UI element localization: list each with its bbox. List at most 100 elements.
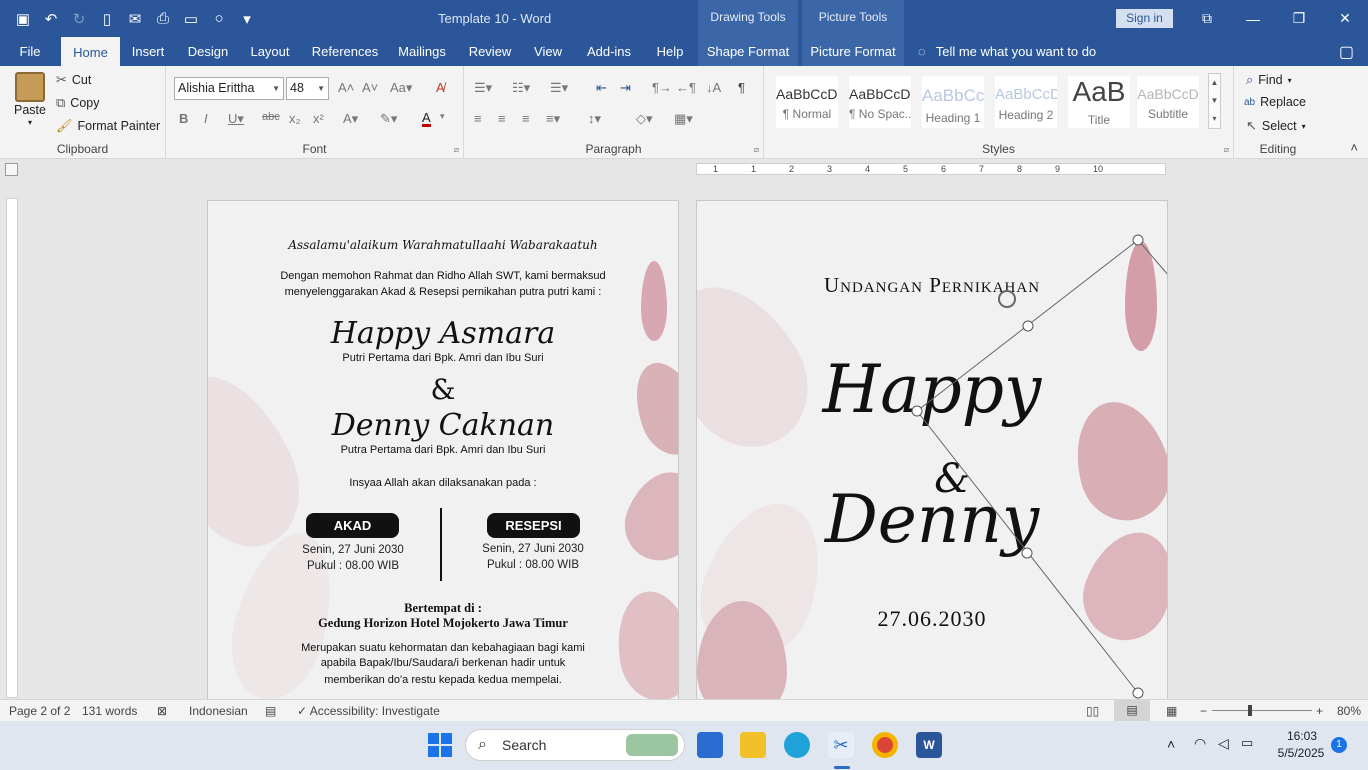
collapse-ribbon-icon[interactable]: ˄ [1350, 140, 1358, 155]
show-paragraph-marks-icon[interactable]: ¶ [738, 80, 745, 95]
volume-icon[interactable]: ◁ [1218, 735, 1229, 752]
underline-icon[interactable]: U▾ [228, 111, 244, 127]
tab-view[interactable]: View [528, 37, 568, 66]
tab-addins[interactable]: Add-ins [580, 37, 638, 66]
close-icon[interactable]: ✕ [1322, 0, 1368, 37]
vertical-ruler[interactable] [6, 198, 18, 698]
minimize-icon[interactable]: — [1230, 0, 1276, 37]
notification-badge[interactable]: 1 [1331, 737, 1347, 753]
wifi-icon[interactable]: ◠ [1194, 735, 1206, 752]
highlight-icon[interactable]: ✎▾ [380, 111, 397, 127]
bold-icon[interactable]: B [179, 111, 188, 126]
multilevel-list-icon[interactable]: ☰▾ [550, 80, 568, 96]
customize-qat-icon[interactable]: ▾ [236, 8, 258, 30]
email-icon[interactable]: ✉ [124, 8, 146, 30]
resize-handle[interactable] [911, 405, 923, 417]
ribbon-display-icon[interactable]: ⧉ [1184, 0, 1230, 37]
show-hidden-icons-icon[interactable]: ˄ [1167, 736, 1175, 752]
zoom-out-icon[interactable]: − [1200, 704, 1207, 718]
replace-button[interactable]: ab Replace [1244, 95, 1306, 109]
snipping-tool-icon[interactable]: ✂ [828, 732, 854, 758]
sort-icon[interactable]: ↓A [706, 80, 721, 95]
shrink-font-icon[interactable]: A˅ [362, 80, 378, 95]
tab-references[interactable]: References [309, 37, 381, 66]
proofing-icon[interactable]: ⊠ [157, 704, 167, 718]
microsoft-store-icon[interactable] [697, 732, 723, 758]
cut-button[interactable]: ✂ Cut [56, 72, 91, 88]
tab-shape-format[interactable]: Shape Format [698, 37, 798, 66]
clear-formatting-icon[interactable]: A̸ [436, 80, 445, 95]
format-painter-button[interactable]: 🖌 Format Painter [56, 118, 160, 134]
select-button[interactable]: ↖ Select ▾ [1246, 118, 1306, 134]
italic-icon[interactable]: I [204, 111, 208, 126]
rtl-icon[interactable]: ←¶ [676, 80, 696, 95]
zoom-in-icon[interactable]: + [1316, 704, 1323, 718]
increase-indent-icon[interactable]: ⇥ [620, 80, 631, 96]
style-title[interactable]: AaB Title [1068, 76, 1130, 128]
superscript-icon[interactable]: x² [313, 111, 324, 126]
font-name-select[interactable]: Alishia Erittha ▼ [174, 77, 284, 100]
resize-handle[interactable] [1132, 687, 1144, 699]
sign-in-button[interactable]: Sign in [1116, 9, 1173, 28]
resize-handle[interactable] [1021, 547, 1033, 559]
maximize-icon[interactable]: ❐ [1276, 0, 1322, 37]
tab-review[interactable]: Review [464, 37, 516, 66]
style-heading-1[interactable]: AaBbCc Heading 1 [922, 76, 984, 128]
read-mode-icon[interactable]: ▯▯ [1086, 704, 1099, 718]
clock-time[interactable]: 16:03 [1275, 729, 1329, 743]
zoom-slider[interactable] [1212, 710, 1312, 711]
text-predictions-icon[interactable]: ▤ [265, 704, 276, 718]
word-count[interactable]: 131 words [82, 704, 137, 718]
align-left-icon[interactable]: ≡ [474, 111, 482, 126]
tab-design[interactable]: Design [183, 37, 233, 66]
justify-icon[interactable]: ≡▾ [546, 111, 560, 127]
comments-icon[interactable]: ▢ [1339, 42, 1354, 62]
ltr-icon[interactable]: ¶→ [652, 80, 672, 95]
find-button[interactable]: ⌕ Find ▾ [1246, 72, 1292, 88]
align-right-icon[interactable]: ≡ [522, 111, 530, 126]
selected-shape-outline[interactable] [697, 201, 1168, 700]
web-layout-icon[interactable]: ▦ [1166, 704, 1177, 718]
text-effects-icon[interactable]: A▾ [343, 111, 358, 127]
tell-me-box[interactable]: ◌ Tell me what you want to do [918, 37, 1096, 66]
zoom-slider-thumb[interactable] [1248, 705, 1252, 716]
subscript-icon[interactable]: x₂ [289, 111, 301, 126]
tab-layout[interactable]: Layout [245, 37, 295, 66]
style-subtitle[interactable]: AaBbCcD Subtitle [1137, 76, 1199, 128]
align-center-icon[interactable]: ≡ [498, 111, 506, 126]
change-case-icon[interactable]: Aa▾ [390, 80, 412, 96]
grow-font-icon[interactable]: A˄ [338, 80, 354, 95]
new-document-icon[interactable]: ▯ [96, 8, 118, 30]
word-app-icon[interactable]: W [916, 732, 942, 758]
redo-icon[interactable]: ↻ [68, 8, 90, 30]
circle-shape-icon[interactable]: ○ [208, 8, 230, 30]
edge-browser-icon[interactable] [784, 732, 810, 758]
taskbar-search[interactable]: ⌕ Search [465, 729, 685, 761]
open-folder-icon[interactable]: ▭ [180, 8, 202, 30]
chevron-down-icon[interactable]: ▾ [440, 111, 445, 122]
start-button-icon[interactable] [428, 733, 452, 757]
style-no-spac[interactable]: AaBbCcDc ¶ No Spac... [849, 76, 911, 128]
dialog-launcher-icon[interactable]: ⧄ [754, 145, 759, 155]
print-preview-icon[interactable]: ⎙ [152, 8, 174, 30]
strikethrough-icon[interactable]: abc [262, 111, 280, 123]
line-spacing-icon[interactable]: ↕▾ [588, 111, 601, 127]
paste-button[interactable]: Paste ▾ [14, 72, 46, 127]
tab-insert[interactable]: Insert [125, 37, 171, 66]
tab-selector[interactable] [5, 163, 18, 176]
dialog-launcher-icon[interactable]: ⧄ [454, 145, 459, 155]
numbering-icon[interactable]: ☷▾ [512, 80, 530, 96]
accessibility-status[interactable]: ✓ Accessibility: Investigate [297, 704, 440, 718]
undo-icon[interactable]: ↶ [40, 8, 62, 30]
font-color-icon[interactable]: A [422, 111, 431, 127]
page-1[interactable]: Assalamu'alaikum Warahmatullaahi Wabarak… [207, 200, 679, 700]
page-count[interactable]: Page 2 of 2 [9, 704, 70, 718]
tab-home[interactable]: Home [61, 37, 120, 66]
styles-scroll[interactable]: ▲ ▼ ▾ [1208, 73, 1221, 129]
copy-button[interactable]: ⧉ Copy [56, 95, 99, 111]
style-heading-2[interactable]: AaBbCcD Heading 2 [995, 76, 1057, 128]
file-explorer-icon[interactable] [740, 732, 766, 758]
zoom-level[interactable]: 80% [1337, 704, 1361, 718]
page-2[interactable]: Undangan Pernikahan Happy & Denny 27.06.… [696, 200, 1168, 700]
language[interactable]: Indonesian [189, 704, 248, 718]
